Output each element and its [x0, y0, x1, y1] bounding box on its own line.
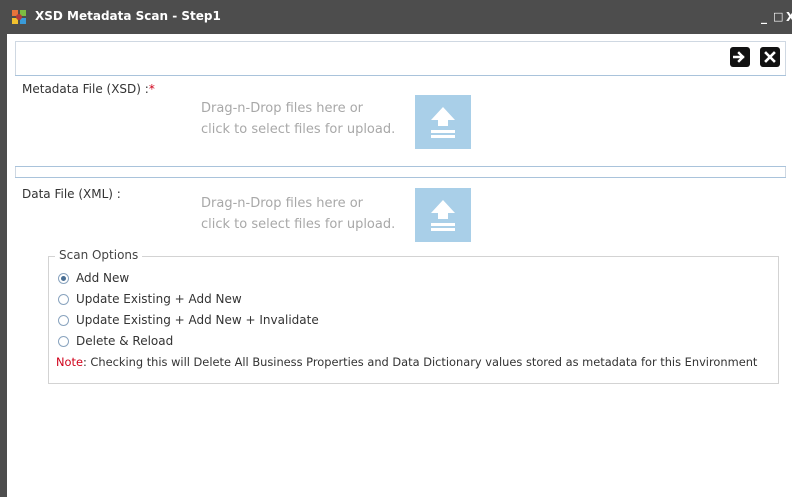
data-dropzone-text[interactable]: Drag-n-Drop files here or click to selec… [201, 193, 395, 235]
option-label: Delete & Reload [76, 334, 174, 348]
option-update-existing-add-new-invalidate[interactable]: Update Existing + Add New + Invalidate [58, 312, 319, 328]
option-label: Update Existing + Add New [76, 292, 242, 306]
dropzone-line: click to select files for upload. [201, 217, 396, 232]
upload-icon [431, 200, 455, 231]
maximize-button[interactable]: □ [773, 9, 783, 25]
metadata-file-label-text: Metadata File (XSD) : [22, 82, 149, 96]
option-delete-reload[interactable]: Delete & Reload [58, 333, 173, 349]
dropzone-line: Drag-n-Drop files here or [201, 196, 364, 211]
minimize-button[interactable]: _ [761, 9, 767, 25]
window-title: XSD Metadata Scan - Step1 [35, 9, 221, 23]
note-text: : Checking this will Delete All Business… [82, 355, 758, 369]
option-update-existing-add-new[interactable]: Update Existing + Add New [58, 291, 242, 307]
option-add-new[interactable]: Add New [58, 270, 129, 286]
option-label: Update Existing + Add New + Invalidate [76, 313, 319, 327]
upload-icon [431, 107, 455, 138]
arrow-right-icon [733, 51, 745, 63]
radio-button[interactable] [58, 335, 69, 347]
data-upload-button[interactable] [415, 188, 471, 242]
dialog-window: XSD Metadata Scan - Step1 _ □ X Metadata… [0, 0, 792, 497]
window-left-edge [0, 34, 7, 497]
data-file-label: Data File (XML) : [22, 187, 121, 201]
note-key: Note [56, 355, 83, 369]
metadata-file-label: Metadata File (XSD) :* [22, 82, 155, 96]
close-dialog-button[interactable] [760, 47, 780, 67]
scan-note: Note: Checking this will Delete All Busi… [56, 355, 757, 369]
next-step-button[interactable] [730, 47, 750, 67]
radio-button[interactable] [58, 293, 69, 305]
radio-button[interactable] [58, 272, 69, 284]
metadata-upload-button[interactable] [415, 95, 471, 149]
app-icon [12, 10, 26, 24]
title-bar[interactable]: XSD Metadata Scan - Step1 _ □ X [0, 0, 792, 34]
metadata-dropzone-text[interactable]: Drag-n-Drop files here or click to selec… [201, 98, 395, 140]
dropzone-line: Drag-n-Drop files here or [201, 101, 364, 116]
radio-button[interactable] [58, 314, 69, 326]
close-icon [764, 51, 776, 63]
close-window-button[interactable]: X [786, 9, 792, 25]
dropzone-line: click to select files for upload. [201, 122, 396, 137]
option-label: Add New [76, 271, 130, 285]
scan-options-legend: Scan Options [55, 248, 143, 262]
required-marker: * [148, 82, 155, 96]
